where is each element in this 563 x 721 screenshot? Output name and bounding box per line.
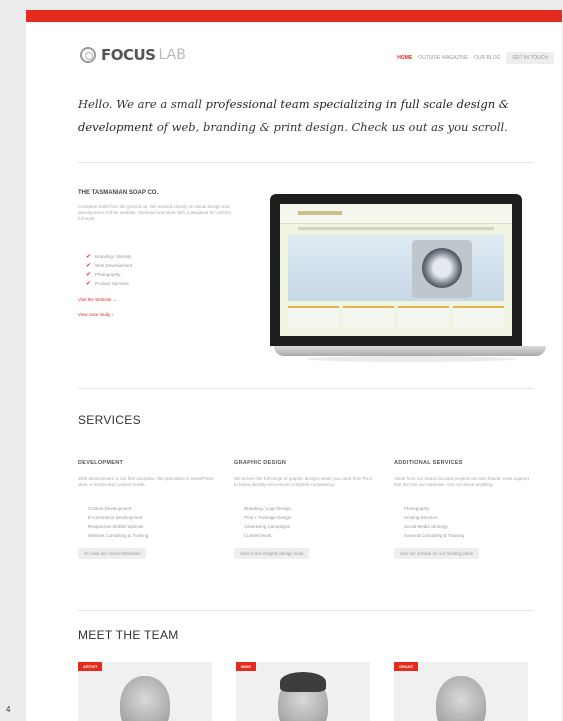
list-item: General Consulting & Training	[404, 533, 465, 538]
case-study-description: Complete build from the ground up. We wo…	[78, 204, 232, 221]
list-item: Advertising Campaigns	[244, 524, 291, 529]
divider	[78, 610, 534, 611]
service-additional: ADDITIONAL SERVICES Aside from our brand…	[394, 460, 534, 560]
intro-part-2: of web, branding & print design. Check u…	[153, 120, 508, 134]
team-member-card[interactable]: ARTIST	[78, 662, 212, 721]
list-item: Hosting Services	[404, 515, 438, 520]
recent-websites-button[interactable]: Or view our recent Websites	[78, 548, 147, 559]
service-graphic-design: GRAPHIC DESIGN We deliver the full range…	[234, 460, 374, 560]
team-member-tag: MIKE	[236, 662, 256, 671]
service-list: Branding / Logo Design Print + Package D…	[234, 506, 374, 542]
case-study-title: THE TASMANIAN SOAP CO.	[78, 190, 159, 196]
list-item: Social Media Strategy	[404, 524, 448, 529]
logo-icon	[80, 47, 96, 63]
list-item: ✔ Branding / Identity	[86, 254, 132, 260]
list-item: E-Commerce Development	[88, 515, 143, 520]
team-member-card[interactable]: MIKE	[236, 662, 370, 721]
get-in-touch-button[interactable]: GET IN TOUCH	[506, 52, 554, 64]
service-heading: GRAPHIC DESIGN	[234, 460, 287, 466]
list-item: Content Work	[244, 533, 272, 538]
service-list: Custom Development E-Commerce Developmen…	[78, 506, 218, 542]
list-item: Print + Package Design	[244, 515, 292, 520]
team-member-photo	[120, 676, 170, 721]
nav-item-blog[interactable]: OUR BLOG	[474, 55, 500, 61]
divider	[78, 162, 534, 163]
website-screenshot	[280, 204, 512, 336]
service-description: We deliver the full range of graphic des…	[234, 476, 372, 487]
list-item: ✔ Photography	[86, 272, 121, 278]
view-case-study-link[interactable]: View case study ›	[78, 312, 113, 317]
logo-text: FOCUS	[101, 46, 156, 64]
service-heading: ADDITIONAL SERVICES	[394, 460, 463, 466]
service-list: Photography Hosting Services Social Medi…	[394, 506, 534, 542]
list-item: Custom Development	[88, 506, 132, 511]
check-icon: ✔	[86, 272, 92, 278]
team-heading: MEET THE TEAM	[78, 628, 179, 642]
hosting-plans-button[interactable]: See our service on our hosting plans	[394, 548, 480, 559]
service-heading: DEVELOPMENT	[78, 460, 124, 466]
laptop-base	[274, 346, 546, 356]
list-item: Branding / Logo Design	[244, 506, 292, 511]
check-icon: ✔	[86, 263, 92, 269]
intro-part-1: Hello. We are a small	[78, 97, 206, 111]
services-heading: SERVICES	[78, 413, 141, 427]
list-item: Website Consulting & Training	[88, 533, 149, 538]
list-item: Responsive Mobile Website	[88, 524, 144, 529]
check-icon: ✔	[86, 281, 92, 287]
case-study-checklist: ✔ Branding / Identity ✔ Web Development ✔ P…	[86, 252, 132, 288]
main-nav: HOME OUTSIDE MAGAZINE OUR BLOG GET IN TO…	[397, 52, 554, 64]
service-description: Aside from our brand focused projects we…	[394, 476, 529, 487]
service-description: Web development is our first discipline.…	[78, 476, 214, 487]
check-icon: ✔	[86, 254, 92, 260]
intro-text: Hello. We are a small professional team …	[78, 93, 518, 139]
nav-item-outside-magazine[interactable]: OUTSIDE MAGAZINE	[418, 55, 468, 61]
laptop-mockup	[270, 194, 522, 346]
graphic-design-work-button[interactable]: View more Graphic design work	[234, 548, 310, 559]
logo-subtext: LAB	[158, 47, 186, 63]
site-logo[interactable]: FOCUS LAB	[80, 46, 186, 64]
team-member-photo	[436, 676, 486, 721]
team-member-card[interactable]: GRANT	[394, 662, 528, 721]
visit-website-link[interactable]: Visit the Website →	[78, 297, 117, 302]
team-member-tag: ARTIST	[78, 662, 103, 671]
team-member-tag: GRANT	[394, 662, 419, 671]
divider	[78, 388, 534, 389]
list-item: Photography	[404, 506, 430, 511]
service-development: DEVELOPMENT Web development is our first…	[78, 460, 218, 560]
list-item: ✔ Web Development	[86, 263, 132, 269]
page-number: 4	[6, 705, 11, 714]
website-page: FOCUS LAB HOME OUTSIDE MAGAZINE OUR BLOG…	[26, 10, 562, 721]
top-accent-bar	[26, 10, 562, 22]
site-header: FOCUS LAB HOME OUTSIDE MAGAZINE OUR BLOG…	[26, 22, 562, 76]
nav-home[interactable]: HOME	[397, 55, 412, 61]
list-item: ✔ Product Specials	[86, 281, 129, 287]
